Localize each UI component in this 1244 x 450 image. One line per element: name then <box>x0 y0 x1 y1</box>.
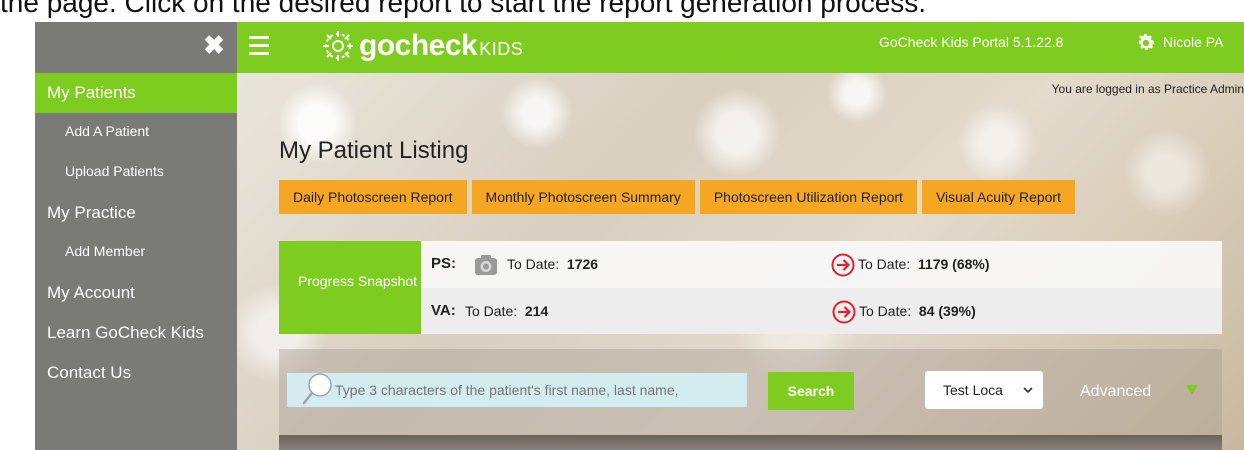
advanced-search-link[interactable]: Advanced <box>1080 371 1151 409</box>
search-input[interactable] <box>335 373 745 407</box>
logo-mark-icon <box>323 31 353 61</box>
report-buttons: Daily Photoscreen Report Monthly Photosc… <box>279 180 1080 214</box>
progress-snapshot-label: Progress Snapshot <box>279 241 421 334</box>
ps-to-date-value: 1726 <box>566 256 599 272</box>
sidebar-item-contact-us[interactable]: Contact Us <box>35 353 237 393</box>
instruction-text: the page. Click on the desired report to… <box>0 0 927 18</box>
search-box <box>287 373 747 407</box>
close-icon[interactable]: ✖ <box>203 31 225 59</box>
ps-row: PS: To Date: 1726 To Date: 1179 (68%) <box>421 241 1222 287</box>
photoscreen-utilization-report-button[interactable]: Photoscreen Utilization Report <box>699 180 917 214</box>
location-select[interactable]: Test Loca <box>925 371 1043 409</box>
progress-snapshot: Progress Snapshot PS: To Date: 1726 To D… <box>279 241 1222 334</box>
sidebar-item-my-patients[interactable]: My Patients <box>35 73 237 113</box>
user-menu[interactable]: Nicole PA <box>1163 22 1223 63</box>
location-select-value: Test Loca <box>943 382 1003 398</box>
va-row: VA: To Date: 214 To Date: 84 (39%) <box>421 288 1222 334</box>
sidebar-item-my-practice[interactable]: My Practice <box>35 193 237 233</box>
monthly-photoscreen-summary-button[interactable]: Monthly Photoscreen Summary <box>471 180 695 214</box>
sidebar-item-upload-patients[interactable]: Upload Patients <box>35 153 237 193</box>
va-to-date: To Date: 214 <box>465 303 549 319</box>
va-referred: To Date: 84 (39%) <box>859 303 976 319</box>
ps-key: PS: <box>431 255 457 272</box>
main-content: You are logged in as Practice Admin My P… <box>237 73 1244 450</box>
portal-version: GoCheck Kids Portal 5.1.22.8 <box>879 34 1064 50</box>
gocheck-kids-logo[interactable]: gocheck KIDS <box>321 29 523 63</box>
sidebar-header: ✖ <box>35 22 237 73</box>
triangle-down-icon[interactable] <box>1186 385 1198 395</box>
hamburger-menu-icon[interactable] <box>249 36 269 56</box>
sidebar: ✖ My Patients Add A Patient Upload Patie… <box>35 22 237 450</box>
ps-referred: To Date: 1179 (68%) <box>858 256 990 272</box>
va-to-date-value: 214 <box>524 303 549 319</box>
ps-to-date: To Date: 1726 <box>507 256 599 272</box>
gear-icon[interactable] <box>1135 32 1157 54</box>
referred-arrow-icon <box>832 300 856 324</box>
chevron-down-icon <box>1023 387 1033 394</box>
page-title: My Patient Listing <box>279 137 469 164</box>
va-key: VA: <box>431 302 456 319</box>
top-bar: gocheck KIDS GoCheck Kids Portal 5.1.22.… <box>237 22 1244 73</box>
list-header-edge <box>279 435 1222 450</box>
daily-photoscreen-report-button[interactable]: Daily Photoscreen Report <box>279 180 467 214</box>
sidebar-item-learn-gocheck-kids[interactable]: Learn GoCheck Kids <box>35 313 237 353</box>
logo-subtext: KIDS <box>479 38 524 59</box>
va-referred-value: 84 (39%) <box>918 303 976 319</box>
search-icon <box>303 373 332 405</box>
referred-arrow-icon <box>831 253 855 277</box>
logo-text: gocheck <box>359 29 478 62</box>
logged-in-status: You are logged in as Practice Admin <box>1051 82 1244 96</box>
sidebar-item-add-member[interactable]: Add Member <box>35 233 237 273</box>
search-panel: Search Test Loca Advanced <box>279 349 1222 435</box>
search-button[interactable]: Search <box>768 372 854 410</box>
visual-acuity-report-button[interactable]: Visual Acuity Report <box>921 180 1075 214</box>
sidebar-item-add-a-patient[interactable]: Add A Patient <box>35 113 237 153</box>
sidebar-item-my-account[interactable]: My Account <box>35 273 237 313</box>
camera-icon <box>475 255 497 275</box>
ps-referred-value: 1179 (68%) <box>917 256 990 272</box>
